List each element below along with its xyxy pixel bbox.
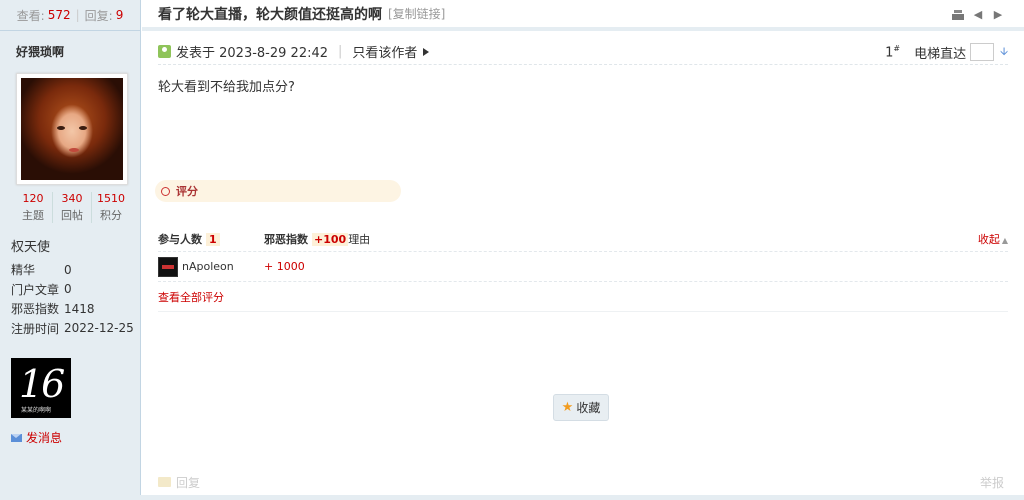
reply-icon: [158, 477, 171, 487]
envelope-icon: [11, 433, 22, 442]
floor-jump-input[interactable]: [970, 43, 995, 61]
views-count: 572: [47, 8, 71, 22]
count-posts[interactable]: 340 回帖: [53, 192, 92, 223]
author-counts: 120 主题 340 回帖 1510 积分: [14, 192, 130, 223]
prev-thread-icon[interactable]: ◀: [972, 9, 984, 21]
author-rank: 权天使: [11, 240, 51, 255]
info-key: 注册时间: [11, 321, 60, 336]
rater-avatar: [158, 256, 178, 277]
title-toolbar: ◀ ▶: [952, 9, 1004, 21]
thread-stats: 查看: 572 | 回复: 9: [0, 0, 140, 31]
info-value: 2022-12-25: [64, 321, 134, 336]
index-label: 邪恶指数: [264, 232, 308, 246]
report-button[interactable]: 举报: [980, 474, 1004, 491]
only-author-link[interactable]: 只看该作者: [352, 42, 417, 61]
caret-up-icon: ▲: [1001, 235, 1008, 245]
medal-badge[interactable]: 16 某某的啊啊: [11, 358, 71, 418]
floor-nav: 1# 电梯直达 🡫: [885, 39, 1008, 65]
floor-number[interactable]: 1#: [885, 44, 900, 60]
print-icon[interactable]: [952, 10, 964, 20]
next-thread-icon[interactable]: ▶: [992, 9, 1004, 21]
bottom-divider: [0, 495, 1024, 500]
info-value: 0: [64, 262, 72, 277]
count-credits[interactable]: 1510 积分: [92, 192, 130, 223]
info-row: 精华 0: [11, 260, 134, 280]
arrow-down-icon[interactable]: 🡫: [1000, 43, 1008, 62]
medal-number: 16: [19, 362, 65, 406]
collapse-toggle[interactable]: 收起 ▲: [978, 231, 1008, 247]
avatar[interactable]: [16, 73, 128, 185]
caret-right-icon: [423, 47, 430, 56]
info-key: 门户文章: [11, 282, 60, 297]
stats-divider: |: [75, 8, 80, 22]
participants-col: 参与人数 1: [158, 231, 264, 247]
rating-table-header: 参与人数 1 邪恶指数 +100 理由 收起 ▲: [158, 226, 1008, 252]
count-label: 积分: [100, 209, 122, 222]
count-topics[interactable]: 120 主题: [14, 192, 53, 223]
info-value: 1418: [64, 301, 95, 316]
views-label: 查看:: [16, 8, 45, 23]
author-name[interactable]: 好猥琐啊: [0, 31, 140, 71]
info-row: 注册时间 2022-12-25: [11, 319, 134, 339]
count-label: 主题: [22, 209, 44, 222]
avatar-image: [21, 78, 123, 180]
thread-title[interactable]: 看了轮大直播，轮大颜值还挺高的啊: [158, 4, 382, 24]
copy-link-button[interactable]: [复制链接]: [388, 5, 445, 22]
post-main: 看了轮大直播，轮大颜值还挺高的啊 [复制链接] ◀ ▶ 发表于 2023-8-2…: [142, 0, 1024, 500]
star-icon: ★: [561, 400, 574, 415]
header-divider: |: [338, 44, 343, 59]
post-content: 轮大看到不给我加点分?: [158, 80, 295, 95]
rater-score: + 1000: [264, 260, 305, 273]
info-key: 精华: [11, 263, 36, 278]
thread-title-bar: 看了轮大直播，轮大颜值还挺高的啊 [复制链接] ◀ ▶: [142, 0, 1024, 31]
favorite-button[interactable]: ★ 收藏: [553, 394, 609, 421]
author-sidebar: 查看: 572 | 回复: 9 好猥琐啊 120 主题 340 回帖 1510 …: [0, 0, 141, 500]
count-value: 120: [22, 192, 44, 205]
post-header: 发表于 2023-8-29 22:42 | 只看该作者 1# 电梯直达 🡫: [158, 39, 1008, 65]
avatar-eye-left: [57, 126, 65, 130]
collapse-label: 收起: [977, 232, 1000, 246]
rater-name: nApoleon: [182, 260, 234, 273]
rating-label: 评分: [176, 185, 198, 198]
index-total: +100: [312, 232, 349, 246]
avatar-eye-right: [79, 126, 87, 130]
info-row: 邪恶指数 1418: [11, 299, 134, 319]
jump-label: 电梯直达: [914, 46, 967, 62]
rater[interactable]: nApoleon: [158, 256, 264, 277]
view-all-ratings-link[interactable]: 查看全部评分: [158, 282, 1008, 312]
avatar-lips: [69, 148, 79, 152]
rating-bar: 评分: [155, 180, 401, 202]
floor-hash: #: [893, 43, 901, 53]
count-value: 1510: [97, 192, 125, 205]
author-info: 精华 0 门户文章 0 邪恶指数 1418 注册时间 2022-12-25: [11, 260, 134, 338]
replies-count: 9: [115, 8, 124, 22]
index-col: 邪恶指数 +100: [264, 231, 349, 247]
medal-caption: 某某的啊啊: [21, 407, 52, 414]
info-value: 0: [64, 282, 72, 297]
table-row: nApoleon + 1000: [158, 252, 1008, 282]
participants-count: 1: [206, 232, 220, 246]
send-message-link[interactable]: 发消息: [11, 429, 62, 446]
favorite-label: 收藏: [576, 401, 601, 415]
online-user-icon: [158, 45, 171, 58]
post-footer: 回复 举报: [158, 472, 1004, 492]
reason-label: 理由: [348, 232, 371, 246]
circle-icon: [161, 186, 170, 196]
reply-button[interactable]: 回复: [176, 474, 200, 491]
send-message-label: 发消息: [26, 431, 63, 445]
rating-table: 参与人数 1 邪恶指数 +100 理由 收起 ▲ nApoleon + 1000 查看…: [158, 226, 1008, 312]
info-row: 门户文章 0: [11, 280, 134, 300]
participants-label: 参与人数: [158, 232, 202, 246]
info-key: 邪恶指数: [11, 302, 60, 317]
count-label: 回帖: [61, 209, 83, 222]
post-timestamp: 发表于 2023-8-29 22:42: [176, 46, 329, 61]
replies-label: 回复:: [84, 8, 113, 23]
count-value: 340: [61, 192, 83, 205]
